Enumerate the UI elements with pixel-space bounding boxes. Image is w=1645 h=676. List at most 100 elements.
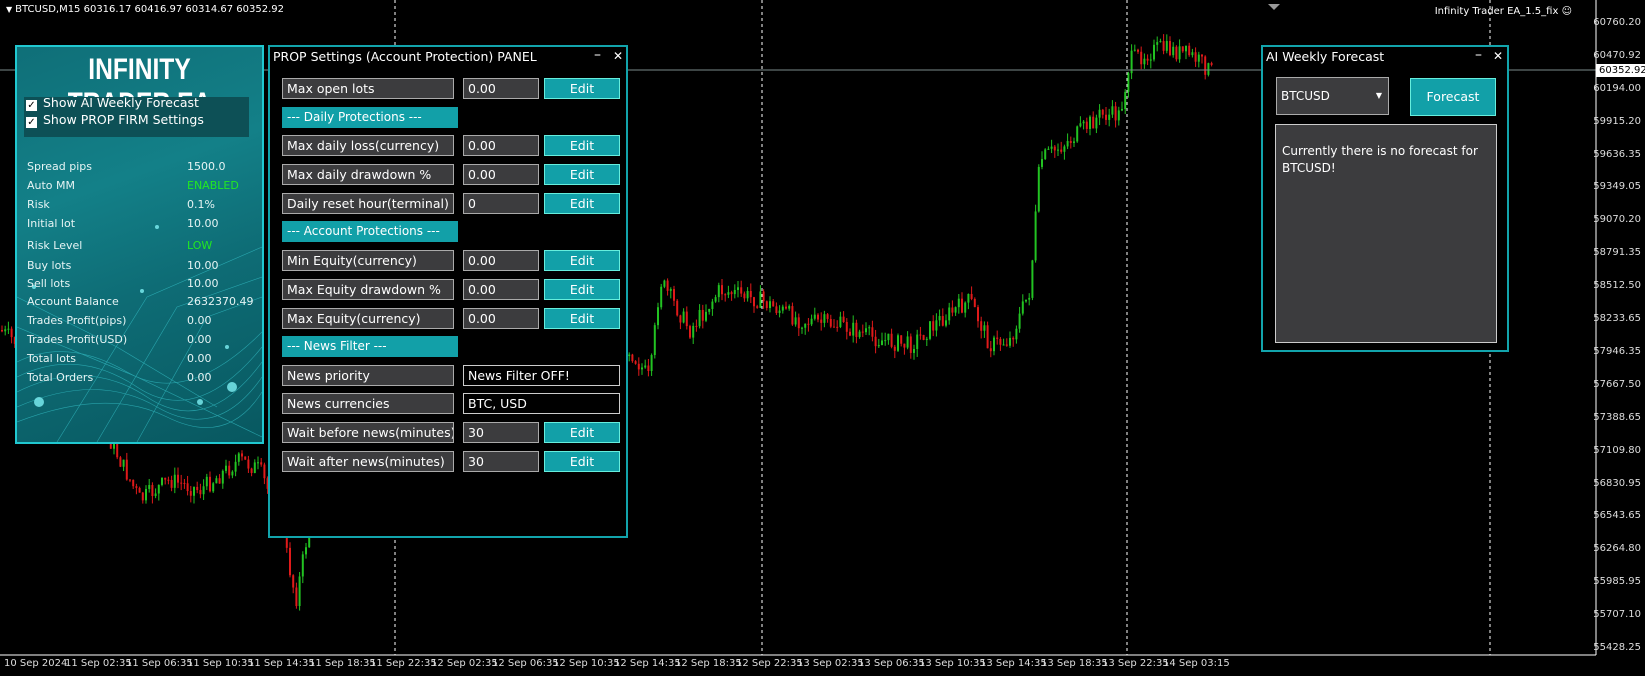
candle-body (1149, 59, 1152, 61)
wait-after-news-edit-button[interactable]: Edit (544, 451, 620, 472)
candle-body (765, 301, 768, 309)
checkbox-check-icon[interactable]: ✓ (26, 100, 37, 111)
candle-body (970, 293, 973, 299)
candle-body (193, 486, 195, 496)
prop-panel-title[interactable]: PROP Settings (Account Protection) PANEL (273, 49, 537, 64)
candle-body (954, 307, 957, 313)
max-daily-drawdown-edit-button[interactable]: Edit (544, 164, 620, 185)
candle-body (698, 309, 701, 327)
time-tick-label: 11 Sep 14:35 (248, 658, 315, 669)
candle-body (961, 298, 963, 313)
candle-body (791, 306, 794, 325)
close-icon[interactable]: ✕ (613, 49, 623, 63)
candle-body (737, 287, 739, 290)
max-equity-drawdown-input[interactable]: 0.00 (463, 279, 539, 300)
candle-body (909, 336, 912, 353)
candle-body (721, 285, 723, 295)
candle-body (1181, 46, 1184, 52)
daily-reset-hour-edit-button[interactable]: Edit (544, 193, 620, 214)
checkbox-check-icon[interactable]: ✓ (26, 117, 37, 128)
candle-body (1012, 337, 1015, 340)
stat-label: Trades Profit(pips) (27, 314, 127, 327)
candle-body (797, 317, 800, 329)
candle-body (733, 289, 736, 295)
candle-body (151, 485, 154, 497)
candle-body (1137, 49, 1139, 52)
candle-body (781, 306, 784, 311)
max-open-lots-edit-button[interactable]: Edit (544, 78, 620, 99)
daily-reset-hour-input[interactable]: 0 (463, 193, 539, 214)
candle-body (743, 293, 746, 299)
wait-after-news-input[interactable]: 30 (463, 451, 539, 472)
show-prop-firm-checkbox[interactable]: ✓ Show PROP FIRM Settings (26, 112, 204, 128)
max-equity-drawdown-edit-button[interactable]: Edit (544, 279, 620, 300)
max-equity-edit-button[interactable]: Edit (544, 308, 620, 329)
candle-body (1082, 121, 1085, 124)
forecast-button[interactable]: Forecast (1410, 78, 1496, 116)
wait-after-news-label: Wait after news(minutes) (282, 451, 454, 472)
candle-body (119, 457, 122, 467)
max-daily-loss-input[interactable]: 0.00 (463, 135, 539, 156)
news-priority-input[interactable]: News Filter OFF! (463, 365, 620, 386)
stat-value: 0.00 (187, 352, 212, 365)
candle-body (727, 292, 730, 295)
infinity-trader-panel: INFINITY TRADER EA ✓Show AI Weekly Forec… (15, 45, 264, 444)
forecast-panel-title[interactable]: AI Weekly Forecast (1266, 49, 1384, 64)
candle-body (1207, 63, 1210, 75)
min-equity-edit-button[interactable]: Edit (544, 250, 620, 271)
minimize-icon[interactable]: – (594, 47, 601, 63)
symbol-header: ▼ BTCUSD,M15 60316.17 60416.97 60314.67 6… (6, 4, 284, 15)
candle-body (689, 326, 691, 338)
stat-value: 0.1% (187, 198, 215, 211)
show-ai-forecast-checkbox[interactable]: ✓ Show AI Weekly Forecast (26, 95, 199, 111)
candle-body (1165, 41, 1168, 51)
wait-before-news-label: Wait before news(minutes) (282, 422, 454, 443)
time-tick-label: 14 Sep 03:15 (1163, 658, 1230, 669)
max-daily-loss-edit-button[interactable]: Edit (544, 135, 620, 156)
minimize-icon[interactable]: – (1475, 47, 1482, 63)
symbol-menu-icon[interactable]: ▼ (6, 5, 12, 14)
price-tick-label: 58233.65 (1593, 313, 1641, 325)
candle-body (871, 327, 874, 337)
news-currencies-input[interactable]: BTC, USD (463, 393, 620, 414)
stat-label: Account Balance (27, 295, 119, 308)
wait-before-news-input[interactable]: 30 (463, 422, 539, 443)
max-equity-input[interactable]: 0.00 (463, 308, 539, 329)
max-daily-drawdown-input[interactable]: 0.00 (463, 164, 539, 185)
candle-body (842, 316, 845, 322)
candle-body (237, 453, 240, 462)
chart-shift-marker[interactable] (1268, 4, 1280, 10)
candle-body (1092, 116, 1095, 129)
candle-body (980, 321, 983, 331)
candle-body (993, 337, 995, 352)
candle-body (221, 470, 224, 484)
max-open-lots-input[interactable]: 0.00 (463, 78, 539, 99)
candle-body (1124, 91, 1127, 109)
candle-body (948, 307, 951, 321)
candle-body (977, 307, 979, 322)
max-daily-drawdown-label: Max daily drawdown % (282, 164, 454, 185)
candle-body (650, 355, 653, 372)
candle-body (295, 587, 298, 607)
candle-body (692, 325, 695, 338)
candle-body (250, 468, 253, 474)
close-icon[interactable]: ✕ (1493, 49, 1503, 63)
prop-settings-panel: PROP Settings (Account Protection) PANEL… (268, 45, 628, 538)
ai-weekly-forecast-panel: AI Weekly Forecast – ✕ BTCUSD ▼ Forecast … (1261, 45, 1509, 352)
candle-body (1127, 73, 1130, 92)
candle-body (989, 348, 992, 352)
min-equity-input[interactable]: 0.00 (463, 250, 539, 271)
candle-body (1159, 41, 1162, 43)
symbol-select[interactable]: BTCUSD ▼ (1276, 77, 1389, 115)
candle-body (666, 280, 669, 291)
time-tick-label: 11 Sep 18:35 (309, 658, 376, 669)
candle-body (740, 287, 743, 294)
chevron-down-icon[interactable]: ▼ (1376, 78, 1382, 114)
candle-body (161, 477, 163, 485)
candle-body (1044, 149, 1047, 160)
wait-before-news-edit-button[interactable]: Edit (544, 422, 620, 443)
candle-body (1079, 123, 1082, 127)
candle-body (973, 298, 976, 308)
candle-body (938, 316, 941, 321)
candle-body (849, 331, 851, 336)
